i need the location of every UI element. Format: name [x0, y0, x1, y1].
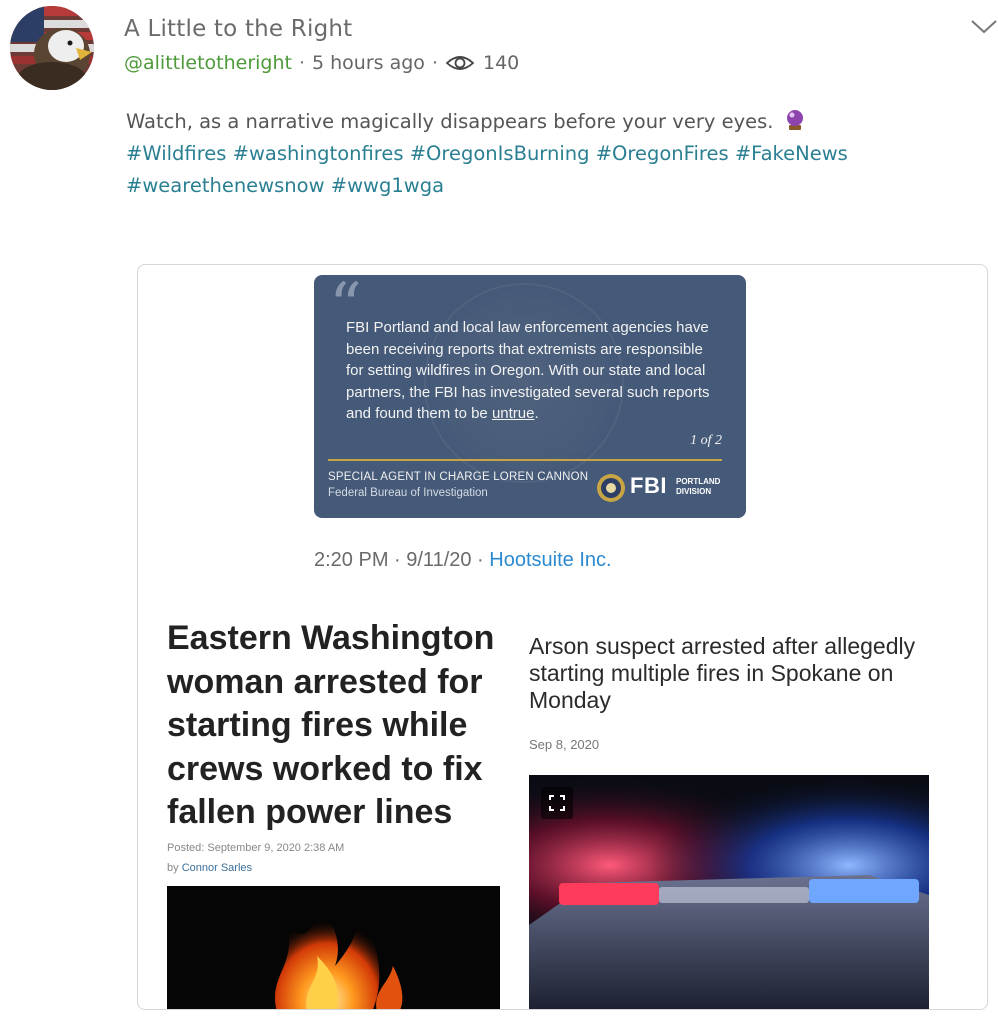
crystal-ball-icon — [784, 109, 806, 131]
hashtag-link[interactable]: #wwg1wga — [331, 174, 444, 197]
fbi-logo: FBI — [630, 473, 667, 498]
author-name[interactable]: A Little to the Right — [124, 16, 352, 42]
hashtags-line-1: #Wildfires #washingtonfires #OregonIsBur… — [126, 138, 946, 170]
hashtag-link[interactable]: #OregonFires — [596, 142, 729, 165]
divider — [328, 459, 722, 461]
article-left-headline: Eastern Washington woman arrested for st… — [167, 619, 495, 831]
hashtag-link[interactable]: #Wildfires — [126, 142, 226, 165]
post-time[interactable]: 5 hours ago — [312, 52, 425, 74]
fire-photo — [167, 886, 500, 1009]
view-count: 140 — [482, 52, 520, 74]
article-left-byline: by Connor Sarles — [167, 862, 253, 874]
avatar[interactable] — [10, 6, 94, 90]
article-left-posted: Posted: September 9, 2020 2:38 AM — [167, 842, 345, 854]
fbi-quote-underline: untrue — [491, 405, 535, 422]
fbi-quote-text: FBI Portland and local law enforcement a… — [346, 319, 710, 422]
eye-icon — [445, 53, 475, 73]
fbi-seal-icon — [596, 473, 626, 503]
author-handle[interactable]: @alittletotheright — [124, 52, 292, 74]
police-car-photo — [529, 775, 929, 1009]
tweet-source: Hootsuite Inc. — [489, 549, 612, 571]
article-left-author: Connor Sarles — [181, 862, 253, 874]
hashtag-link[interactable]: #OregonIsBurning — [410, 142, 590, 165]
fbi-agent-name: SPECIAL AGENT IN CHARGE LOREN CANNON — [328, 471, 589, 483]
fbi-bureau-name: Federal Bureau of Investigation — [328, 487, 488, 499]
embedded-image[interactable]: “ FBI Portland and local law enforcement… — [137, 264, 988, 1010]
eagle-flag-avatar — [10, 6, 94, 90]
post-text: Watch, as a narrative magically disappea… — [126, 110, 774, 133]
post-body: Watch, as a narrative magically disappea… — [126, 106, 946, 202]
tweet-timestamp: 2:20 PM · 9/11/20 · Hootsuite Inc. — [314, 549, 612, 571]
article-right-date: Sep 8, 2020 — [529, 737, 600, 752]
post-meta: @alittletotheright · 5 hours ago · 140 — [124, 52, 519, 74]
separator: · — [298, 52, 306, 74]
chevron-down-icon[interactable] — [970, 16, 998, 36]
hashtags-line-2: #wearethenewsnow #wwg1wga — [126, 170, 946, 202]
hashtag-link[interactable]: #FakeNews — [735, 142, 848, 165]
hashtag-link[interactable]: #wearethenewsnow — [126, 174, 325, 197]
fbi-quote-card: “ FBI Portland and local law enforcement… — [314, 275, 746, 518]
fbi-page-indicator: 1 of 2 — [690, 433, 722, 448]
fbi-division: PORTLAND DIVISION — [676, 477, 721, 496]
article-right-headline: Arson suspect arrested after allegedly s… — [529, 633, 916, 713]
separator: · — [431, 52, 438, 74]
hashtag-link[interactable]: #washingtonfires — [233, 142, 404, 165]
expand-icon[interactable] — [541, 787, 573, 819]
